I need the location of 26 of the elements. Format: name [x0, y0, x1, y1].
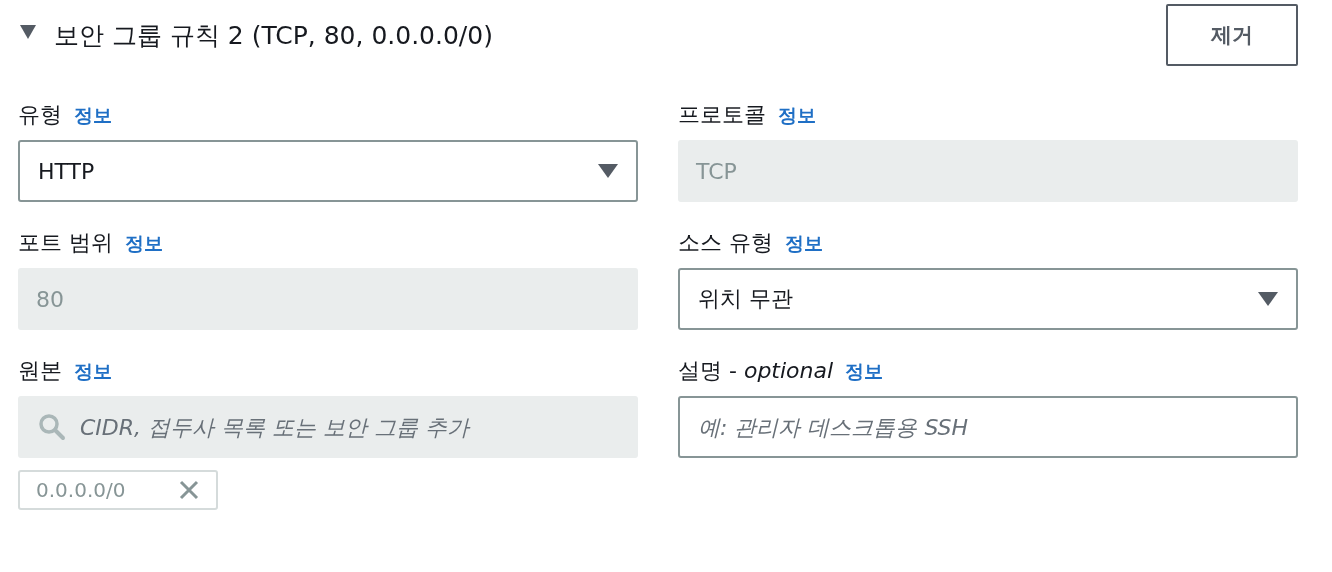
- info-link[interactable]: 정보: [125, 231, 163, 257]
- info-link[interactable]: 정보: [74, 359, 112, 385]
- search-icon: [38, 413, 66, 441]
- field-label: 설명 - optional: [678, 357, 834, 385]
- field-label: 소스 유형: [678, 229, 773, 257]
- search-field[interactable]: CIDR, 접두사 목록 또는 보안 그룹 추가: [18, 396, 638, 458]
- disabled-field: 80: [18, 268, 638, 330]
- rule-title: 보안 그룹 규칙 2 (TCP, 80, 0.0.0.0/0): [54, 19, 493, 52]
- select-field[interactable]: HTTP: [18, 140, 638, 202]
- dropdown-caret-icon: [1258, 292, 1278, 306]
- field-label: 프로토콜: [678, 101, 766, 129]
- info-link[interactable]: 정보: [785, 231, 823, 257]
- field-label: 유형: [18, 101, 62, 129]
- field-label: 포트 범위: [18, 229, 113, 257]
- token-chip: 0.0.0.0/0: [18, 470, 218, 510]
- collapse-triangle-icon[interactable]: [20, 24, 36, 39]
- select-field[interactable]: 위치 무관: [678, 268, 1298, 330]
- info-link[interactable]: 정보: [778, 103, 816, 129]
- dropdown-caret-icon: [598, 164, 618, 178]
- close-icon[interactable]: [178, 479, 200, 501]
- description-field[interactable]: 예: 관리자 데스크톱용 SSH: [678, 396, 1298, 458]
- field-label: 원본: [18, 357, 62, 385]
- disabled-field: TCP: [678, 140, 1298, 202]
- info-link[interactable]: 정보: [845, 359, 884, 385]
- info-link[interactable]: 정보: [74, 103, 112, 129]
- remove-button[interactable]: 제거: [1166, 4, 1298, 66]
